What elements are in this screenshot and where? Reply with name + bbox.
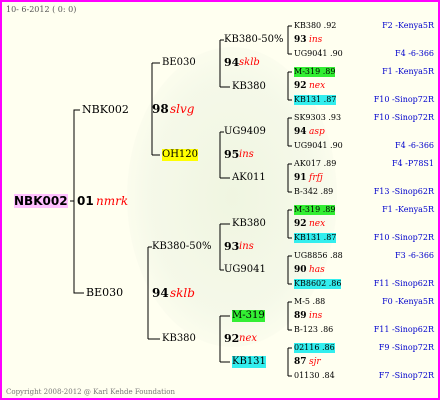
gen5-name: 02116 .86 bbox=[294, 343, 335, 353]
dam-name: BE030 bbox=[86, 286, 124, 299]
ds-tag: ins bbox=[239, 241, 254, 252]
gen5-name: KB380 .92 bbox=[294, 21, 337, 30]
gen5-num: 92 bbox=[294, 219, 307, 229]
gen5-tag: sjr bbox=[309, 357, 321, 367]
gen5-name: UG9041 .90 bbox=[294, 49, 343, 58]
gen5-ancestry: F13 -Sinop62R bbox=[373, 187, 434, 196]
gen5-tag: frfj bbox=[309, 173, 323, 183]
dsd-name: UG9041 bbox=[224, 264, 266, 275]
gen5-ancestry: F4 -6-366 bbox=[395, 141, 434, 150]
root-tag: nmrk bbox=[96, 194, 129, 208]
gen5-name: M-319 .89 bbox=[294, 67, 336, 77]
sire-tag: slvg bbox=[170, 102, 195, 116]
gen5-name: SK9303 .93 bbox=[294, 113, 342, 122]
dd-name: KB380 bbox=[162, 333, 196, 344]
sd-tag: ins bbox=[239, 149, 254, 160]
gen5-ancestry: F11 -Sinop62R bbox=[373, 325, 434, 334]
root-name: NBK002 bbox=[14, 194, 68, 208]
date-stamp: 10- 6-2012 ( 0: 0) bbox=[6, 5, 77, 14]
sire-name: NBK002 bbox=[82, 103, 129, 116]
gen5-ancestry: F4 -P78S1 bbox=[391, 159, 434, 168]
sd-name: OH120 bbox=[162, 149, 199, 161]
ssd-name: KB380 bbox=[232, 81, 266, 92]
gen5-ancestry: F9 -Sinop72R bbox=[378, 343, 434, 352]
gen5-ancestry: F2 -Kenya5R bbox=[382, 21, 434, 30]
gen5-tag: nex bbox=[309, 81, 326, 91]
gen5-name: KB131 .87 bbox=[294, 95, 337, 105]
sdd-name: AK011 bbox=[232, 172, 266, 183]
dam-num: 94 bbox=[152, 286, 169, 300]
copyright: Copyright 2008-2012 @ Karl Kehde Foundat… bbox=[6, 388, 175, 396]
gen5-ancestry: F1 -Kenya5R bbox=[382, 67, 434, 76]
ds-name: KB380-50% bbox=[152, 241, 212, 252]
gen5-ancestry: F1 -Kenya5R bbox=[382, 205, 434, 214]
gen5-tag: has bbox=[309, 265, 325, 275]
gen5-ancestry: F11 -Sinop62R bbox=[373, 279, 434, 288]
gen5-name: UG9041 .90 bbox=[294, 141, 343, 150]
gen5-num: 92 bbox=[294, 81, 307, 91]
gen5-name: KB131 .87 bbox=[294, 233, 337, 243]
gen5-ancestry: F7 -Sinop72R bbox=[378, 371, 434, 380]
gen5-tag: ins bbox=[309, 311, 323, 321]
gen5-ancestry: F10 -Sinop72R bbox=[373, 113, 434, 122]
gen5-name: KB8602 .86 bbox=[294, 279, 342, 289]
gen5-tag: nex bbox=[309, 219, 326, 229]
ddd-name: KB131 bbox=[232, 356, 266, 368]
gen5-num: 93 bbox=[294, 35, 307, 45]
gen5-name: M-319 .89 bbox=[294, 205, 336, 215]
sss-name: KB380-50% bbox=[224, 34, 284, 45]
root-num: 01 bbox=[77, 194, 94, 208]
gen5-name: B-123 .86 bbox=[294, 325, 334, 334]
sds-name: UG9409 bbox=[224, 126, 266, 137]
pedigree-frame: 10- 6-2012 ( 0: 0) NBK002 01 nmrk NBK002… bbox=[0, 0, 440, 400]
gen5-ancestry: F10 -Sinop72R bbox=[373, 233, 434, 242]
ss-num: 94 bbox=[224, 56, 240, 69]
gen5-tag: asp bbox=[309, 127, 325, 137]
gen5-num: 91 bbox=[294, 173, 307, 183]
gen5-ancestry: F10 -Sinop72R bbox=[373, 95, 434, 104]
gen5-ancestry: F0 -Kenya5R bbox=[382, 297, 434, 306]
gen5-num: 94 bbox=[294, 127, 307, 137]
gen5-name: AK017 .89 bbox=[294, 159, 337, 168]
gen5-name: 01130 .84 bbox=[294, 371, 335, 380]
gen5-name: B-342 .89 bbox=[294, 187, 334, 196]
dds-name: M-319 bbox=[232, 310, 265, 322]
ss-tag: sklb bbox=[239, 57, 260, 68]
gen5-ancestry: F3 -6-366 bbox=[395, 251, 434, 260]
gen5-tag: ins bbox=[309, 35, 323, 45]
gen5-name: UG8856 .88 bbox=[294, 251, 343, 260]
gen5-num: 90 bbox=[294, 265, 307, 275]
ds-num: 93 bbox=[224, 240, 240, 253]
dd-num: 92 bbox=[224, 332, 240, 345]
sd-num: 95 bbox=[224, 148, 240, 161]
sire-num: 98 bbox=[152, 102, 169, 116]
gen5-ancestry: F4 -6-366 bbox=[395, 49, 434, 58]
gen5-name: M-5 .88 bbox=[294, 297, 326, 306]
ss-name: BE030 bbox=[162, 57, 196, 68]
dd-tag: nex bbox=[239, 333, 257, 344]
gen5-num: 89 bbox=[294, 311, 307, 321]
dss-name: KB380 bbox=[232, 218, 266, 229]
gen5-num: 87 bbox=[294, 357, 307, 367]
dam-tag: sklb bbox=[170, 286, 195, 300]
